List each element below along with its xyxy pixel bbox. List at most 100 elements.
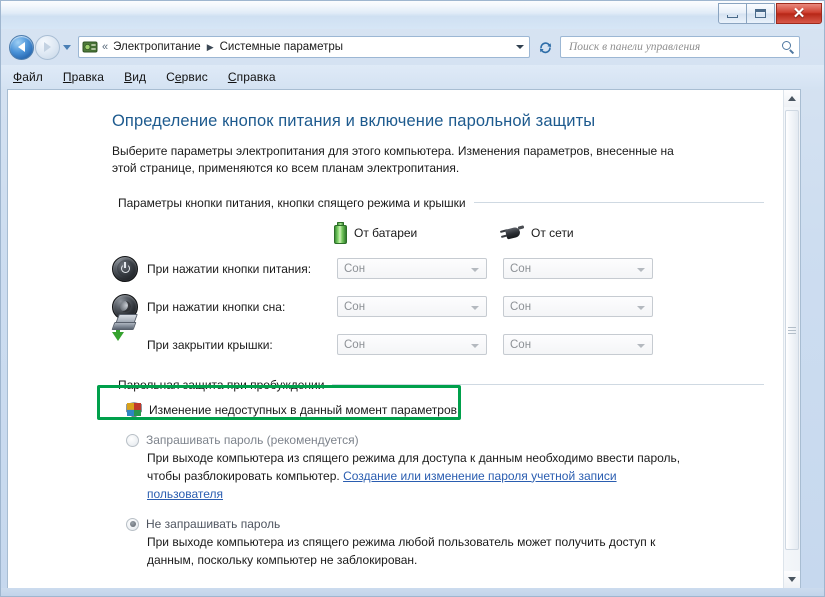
power-buttons-group-header: Параметры кнопки питания, кнопки спящего…: [118, 196, 764, 210]
minimize-icon: [727, 14, 738, 18]
group-divider: [332, 384, 764, 386]
battery-icon: [334, 221, 347, 244]
settings-page: Определение кнопок питания и включение п…: [8, 90, 784, 588]
column-header-battery: От батареи: [334, 221, 500, 244]
setting-label-power-button: При нажатии кнопки питания:: [147, 261, 312, 276]
address-dropdown-button[interactable]: [512, 45, 527, 49]
title-bar: ✕: [1, 1, 824, 29]
menu-item-file[interactable]: Файл: [13, 70, 43, 84]
close-button[interactable]: ✕: [776, 3, 822, 24]
chevron-down-icon: [515, 45, 524, 49]
radio-no-password-label: Не запрашивать пароль: [146, 516, 281, 531]
uac-shield-icon: [126, 401, 142, 419]
content-panel: Определение кнопок питания и включение п…: [7, 89, 801, 589]
chevron-down-icon: [471, 344, 479, 349]
control-panel-window: ✕ « Электропитание ▶ Системные параметры…: [0, 0, 825, 597]
column-header-ac-label: От сети: [531, 225, 574, 240]
breadcrumb-overflow[interactable]: «: [102, 41, 108, 53]
power-plug-icon: [499, 225, 525, 241]
maximize-button[interactable]: [746, 3, 775, 24]
chevron-down-icon: [637, 268, 645, 273]
chevron-down-icon: [637, 306, 645, 311]
window-bottom-frame: [1, 588, 824, 596]
sleep-button-battery-dropdown[interactable]: Сон: [337, 296, 487, 318]
setting-row-power-button: При нажатии кнопки питания: Сон Сон: [112, 250, 764, 288]
search-icon: [782, 40, 795, 54]
breadcrumb-item-system-settings[interactable]: Системные параметры: [219, 41, 344, 53]
menu-item-view[interactable]: Вид: [124, 70, 146, 84]
password-radio-group: Запрашивать пароль (рекомендуется) При в…: [126, 433, 764, 569]
admin-settings-link[interactable]: Изменение недоступных в данный момент па…: [126, 401, 764, 419]
back-arrow-icon: [18, 42, 25, 52]
close-icon: ✕: [792, 5, 806, 22]
minimize-button[interactable]: [718, 3, 747, 24]
titlebar-gloss: [1, 1, 824, 15]
chevron-down-icon: [637, 344, 645, 349]
menu-item-edit[interactable]: Правка: [63, 70, 104, 84]
sleep-button-ac-value: Сон: [510, 300, 532, 313]
scroll-down-arrow-icon: [788, 577, 796, 582]
breadcrumb: « Электропитание ▶ Системные параметры: [100, 41, 344, 53]
setting-label-sleep-button: При нажатии кнопки сна:: [147, 299, 286, 314]
sleep-button-ac-dropdown[interactable]: Сон: [503, 296, 653, 318]
maximize-icon: [755, 9, 766, 18]
lid-close-battery-dropdown[interactable]: Сон: [337, 334, 487, 356]
page-description: Выберите параметры электропитания для эт…: [112, 144, 674, 176]
navigation-bar: « Электропитание ▶ Системные параметры П…: [1, 29, 824, 65]
nav-buttons: [9, 34, 74, 60]
menu-item-help[interactable]: Справка: [228, 70, 276, 84]
power-button-battery-dropdown[interactable]: Сон: [337, 258, 487, 280]
back-button[interactable]: [9, 34, 34, 60]
vertical-scrollbar[interactable]: [783, 90, 800, 588]
password-group-label: Парольная защита при пробуждении: [118, 377, 325, 392]
radio-require-password-input[interactable]: [126, 433, 139, 447]
scroll-up-button[interactable]: [784, 90, 800, 107]
menu-bar: Файл Правка Вид Сервис Справка: [1, 65, 824, 89]
search-input[interactable]: Поиск в панели управления: [569, 41, 782, 53]
forward-button[interactable]: [35, 34, 60, 60]
power-button-ac-value: Сон: [510, 262, 532, 275]
breadcrumb-item-power-options[interactable]: Электропитание: [112, 41, 202, 53]
group-divider: [473, 202, 764, 204]
setting-row-lid-close: При закрытии крышки: Сон Сон: [111, 313, 764, 364]
password-group-header: Парольная защита при пробуждении: [118, 378, 764, 392]
power-button-battery-value: Сон: [344, 262, 366, 275]
lid-close-ac-dropdown[interactable]: Сон: [503, 334, 653, 356]
radio-option-require-password[interactable]: Запрашивать пароль (рекомендуется): [126, 433, 764, 447]
scrollbar-grip-icon: [788, 326, 796, 334]
lid-close-battery-value: Сон: [344, 338, 366, 351]
refresh-icon: [539, 41, 551, 53]
refresh-button[interactable]: [534, 36, 556, 58]
control-panel-icon: [82, 39, 98, 55]
breadcrumb-separator-icon[interactable]: ▶: [207, 42, 214, 53]
page-title: Определение кнопок питания и включение п…: [112, 112, 596, 130]
radio-require-password-label: Запрашивать пароль (рекомендуется): [146, 432, 359, 447]
column-header-battery-label: От батареи: [354, 225, 418, 240]
recent-pages-button[interactable]: [60, 35, 74, 60]
power-button-ac-dropdown[interactable]: Сон: [503, 258, 653, 280]
sleep-button-battery-value: Сон: [344, 300, 366, 313]
power-button-icon: [112, 255, 138, 282]
chevron-down-icon: [63, 44, 71, 50]
address-bar[interactable]: « Электропитание ▶ Системные параметры: [78, 36, 530, 58]
window-caption-buttons: ✕: [718, 3, 822, 24]
scrollbar-thumb[interactable]: [785, 110, 799, 550]
radio-no-password-description: При выходе компьютера из спящего режима …: [147, 534, 656, 567]
scroll-up-arrow-icon: [788, 96, 796, 101]
forward-arrow-icon: [44, 42, 51, 52]
search-box[interactable]: Поиск в панели управления: [560, 36, 800, 58]
scroll-down-button[interactable]: [784, 571, 800, 588]
power-buttons-group-label: Параметры кнопки питания, кнопки спящего…: [118, 195, 466, 210]
setting-row-sleep-button: При нажатии кнопки сна: Сон Сон: [112, 288, 764, 326]
lid-close-ac-value: Сон: [510, 338, 532, 351]
admin-settings-link-label: Изменение недоступных в данный момент па…: [149, 403, 457, 418]
setting-label-lid-close: При закрытии крышки:: [147, 337, 273, 352]
column-header-ac: От сети: [499, 225, 666, 241]
radio-require-password-description: При выходе компьютера из спящего режима …: [147, 449, 687, 503]
column-headers: От батареи От сети: [112, 218, 764, 248]
radio-no-password-input[interactable]: [126, 517, 139, 531]
radio-option-no-password[interactable]: Не запрашивать пароль: [126, 517, 764, 531]
chevron-down-icon: [471, 268, 479, 273]
laptop-lid-icon: [111, 313, 138, 358]
menu-item-tools[interactable]: Сервис: [166, 70, 208, 84]
